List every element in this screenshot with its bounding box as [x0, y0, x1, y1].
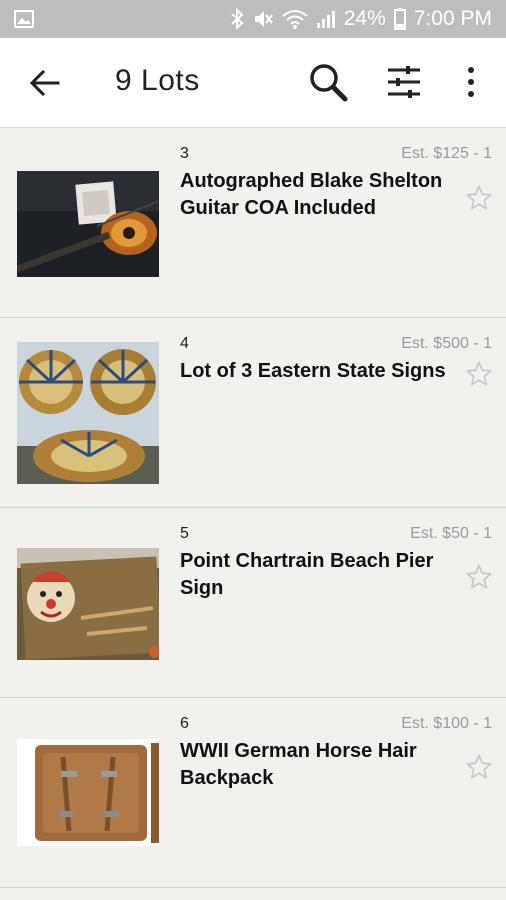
wifi-icon [282, 9, 308, 29]
status-bar: 24% 7:00 PM [0, 0, 506, 38]
lot-list: 3 Est. $125 - 1 Autographed Blake Shelto… [0, 128, 506, 888]
lot-title: Point Chartrain Beach Pier Sign [180, 550, 434, 599]
clock: 7:00 PM [413, 7, 492, 30]
lot-list-item[interactable]: 6 Est. $100 - 1 WWII German Horse Hair B… [0, 698, 506, 888]
favorite-star-icon[interactable] [466, 754, 492, 780]
signal-icon [316, 9, 336, 29]
lot-title: WWII German Horse Hair Backpack [180, 740, 417, 789]
lot-number: 6 [180, 715, 189, 732]
lot-title: Lot of 3 Eastern State Signs [180, 360, 446, 382]
mute-icon [252, 8, 274, 30]
lot-thumbnail-guitar [17, 171, 159, 277]
lot-estimate: Est. $125 - 1 [401, 145, 492, 162]
lot-number: 5 [180, 525, 189, 542]
lot-estimate: Est. $100 - 1 [401, 715, 492, 732]
battery-percent: 24% [343, 7, 386, 30]
image-icon [14, 10, 34, 28]
lot-estimate: Est. $500 - 1 [401, 335, 492, 352]
bluetooth-icon [230, 8, 244, 30]
favorite-star-icon[interactable] [466, 361, 492, 387]
filter-icon[interactable] [386, 64, 422, 100]
search-icon[interactable] [308, 62, 348, 102]
lot-list-item[interactable]: 3 Est. $125 - 1 Autographed Blake Shelto… [0, 128, 506, 318]
app-bar: 9 Lots [0, 38, 506, 128]
lot-title: Autographed Blake Shelton Guitar COA Inc… [180, 170, 443, 219]
lot-thumbnail-backpack [17, 739, 159, 846]
page-title: 9 Lots [115, 64, 200, 97]
lot-list-item[interactable]: 5 Est. $50 - 1 Point Chartrain Beach Pie… [0, 508, 506, 698]
battery-icon [393, 8, 406, 30]
lot-estimate: Est. $50 - 1 [410, 525, 492, 542]
back-arrow-icon[interactable] [28, 66, 62, 100]
lot-thumbnail-pier-sign [17, 548, 159, 660]
favorite-star-icon[interactable] [466, 185, 492, 211]
favorite-star-icon[interactable] [466, 564, 492, 590]
lot-thumbnail-signs [17, 342, 159, 484]
more-vert-icon[interactable] [460, 64, 482, 100]
lot-number: 3 [180, 145, 189, 162]
lot-number: 4 [180, 335, 189, 352]
lot-list-item[interactable]: 4 Est. $500 - 1 Lot of 3 Eastern State S… [0, 318, 506, 508]
